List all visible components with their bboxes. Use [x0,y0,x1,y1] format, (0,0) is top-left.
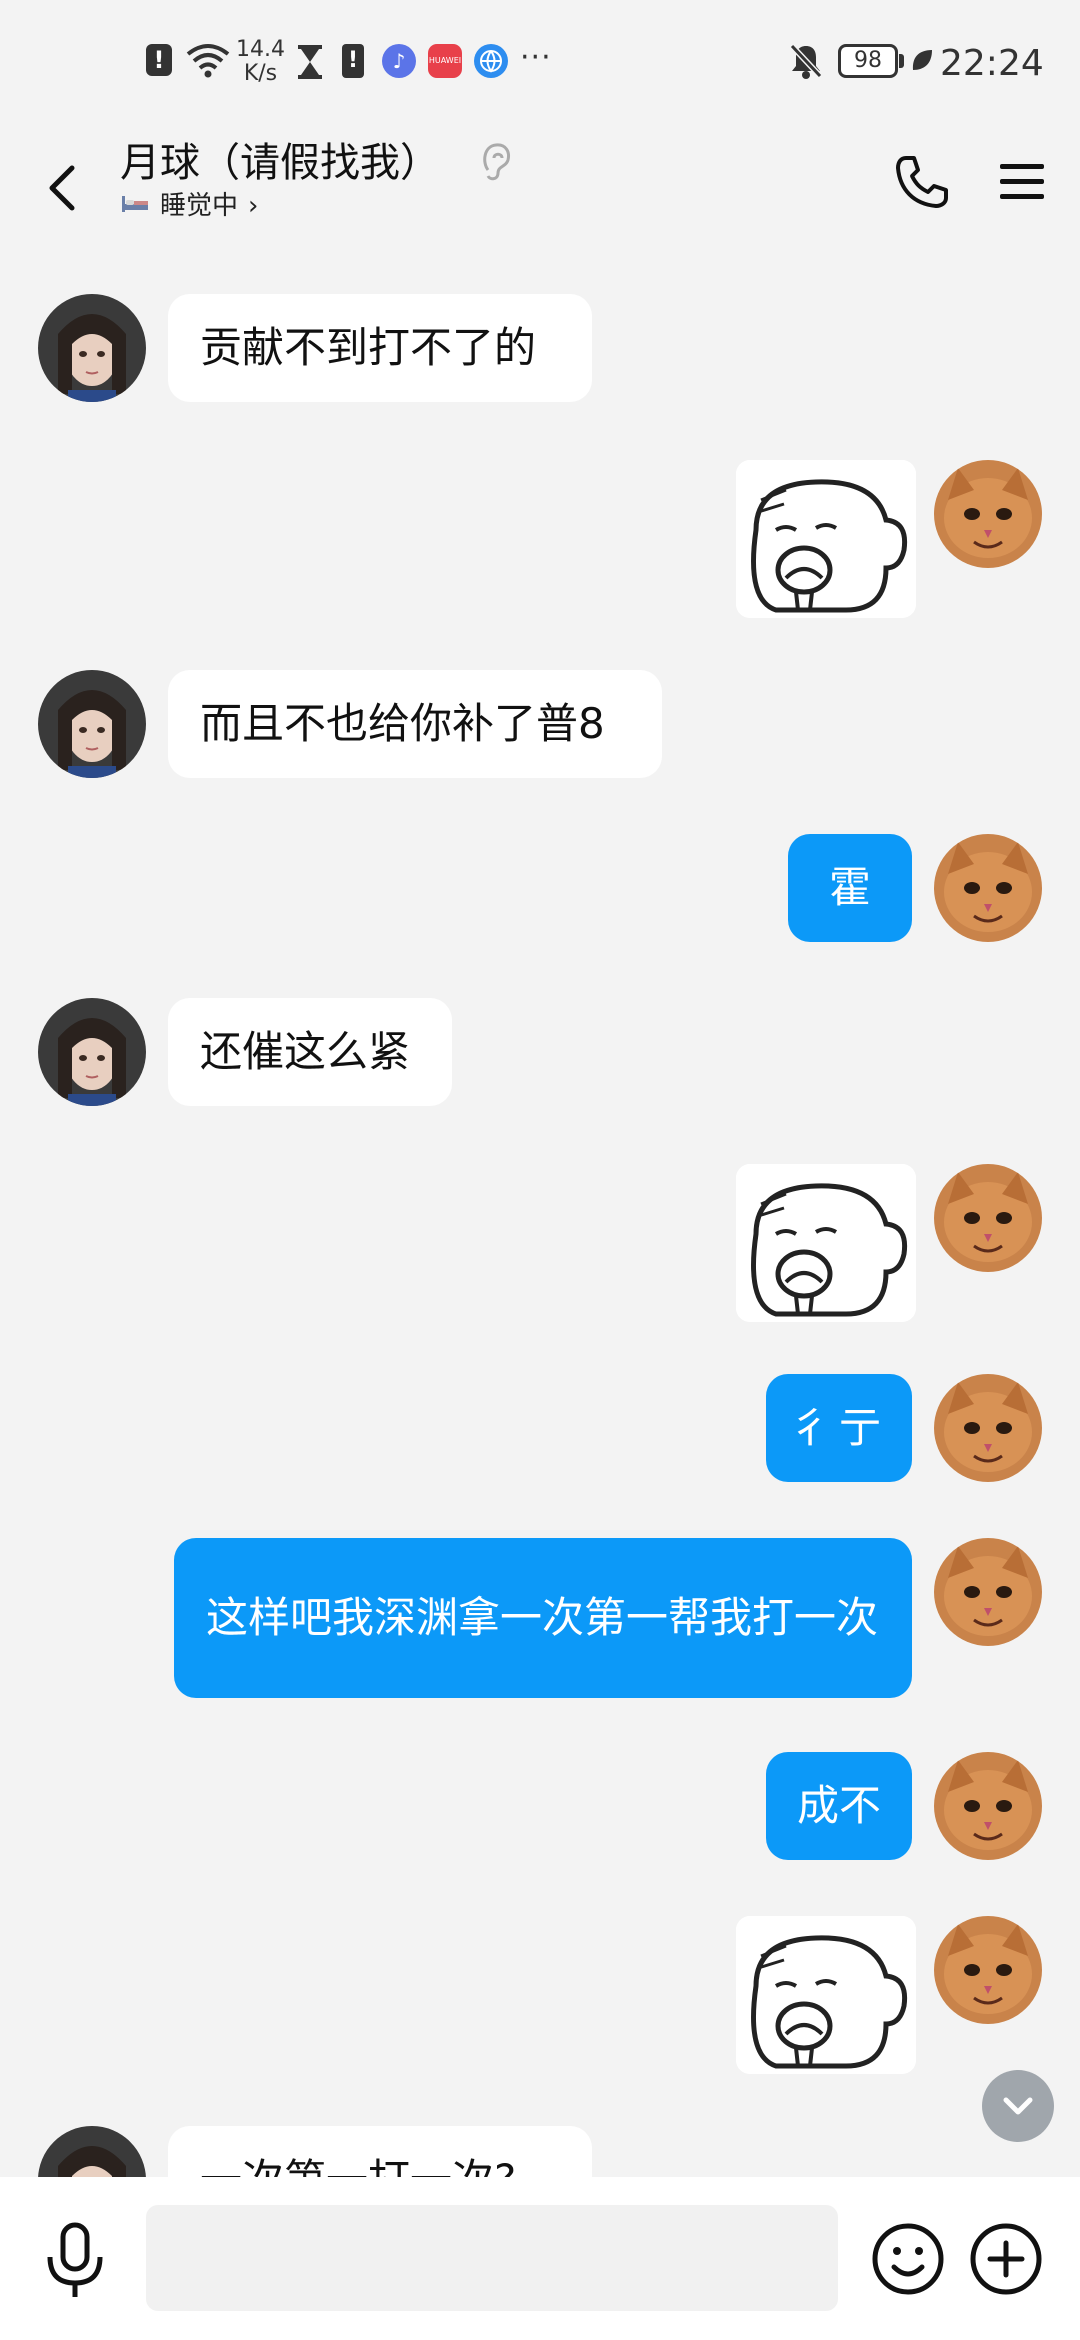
contact-avatar[interactable] [38,2126,146,2177]
music-app-icon: ♪ [382,44,416,78]
status-chevron-icon: › [248,191,259,221]
more-notifications-icon: ··· [520,40,552,75]
contact-avatar[interactable] [38,998,146,1106]
clock-time: 22:24 [940,43,1044,84]
contact-avatar[interactable] [38,670,146,778]
hamburger-icon [1000,164,1044,199]
mute-bell-icon [788,42,824,84]
plus-circle-icon [970,2223,1042,2295]
bear-eating-sticker[interactable] [736,460,916,618]
outgoing-message-bubble[interactable]: 霍 [788,834,912,942]
ear-icon[interactable] [478,140,514,188]
phone-icon [896,156,948,208]
power-saving-leaf-icon [910,48,934,81]
message-list[interactable]: 贡献不到打不了的 而且不也给你补了普8 霍 还催这么紧 彳亍 这样吧我深渊拿一次… [0,242,1080,2177]
hourglass-icon [296,44,324,84]
incoming-message-bubble[interactable]: 还催这么紧 [168,998,452,1106]
voice-call-button[interactable] [886,148,956,218]
status-bar: ! 14.4 K/s ! ♪ HUAWEI ··· 98 22:24 [0,0,1080,132]
notification-alert-icon: ! [146,44,172,76]
my-avatar[interactable] [934,834,1042,942]
incoming-message-bubble[interactable]: 一次第一打一次? [168,2126,592,2177]
network-speed-unit: K/s [243,61,278,86]
outgoing-message-bubble[interactable]: 彳亍 [766,1374,912,1482]
voice-input-button[interactable] [42,2221,108,2301]
network-speed-value: 14.4 [236,37,285,62]
menu-button[interactable] [994,152,1054,212]
chat-header: 月球（请假找我） 睡觉中 › [0,132,1080,242]
my-avatar[interactable] [934,460,1042,568]
back-arrow-icon [49,165,75,211]
browser-app-icon [474,44,508,78]
emoji-button[interactable] [870,2221,946,2297]
my-avatar[interactable] [934,1752,1042,1860]
outgoing-message-bubble[interactable]: 成不 [766,1752,912,1860]
message-text: 这样吧我深渊拿一次第一帮我打一次 [206,1593,879,1642]
microphone-icon [47,2222,103,2297]
chevron-down-icon [1003,2097,1033,2115]
message-input-bar [0,2177,1080,2340]
status-text: 睡觉中 [160,191,239,221]
my-avatar[interactable] [934,1164,1042,1272]
smiley-icon [872,2223,944,2295]
network-speed: 14.4 K/s [236,38,285,86]
contact-avatar[interactable] [38,294,146,402]
battery-alert-icon: ! [342,44,364,78]
more-actions-button[interactable] [968,2221,1044,2297]
scroll-to-bottom-button[interactable] [982,2070,1054,2142]
incoming-message-bubble[interactable]: 贡献不到打不了的 [168,294,592,402]
bear-eating-sticker[interactable] [736,1916,916,2074]
bed-icon [120,190,150,222]
message-input[interactable] [146,2205,838,2311]
battery-indicator: 98 [838,44,898,78]
back-button[interactable] [40,152,90,222]
my-avatar[interactable] [934,1538,1042,1646]
my-avatar[interactable] [934,1916,1042,2024]
incoming-message-bubble[interactable]: 而且不也给你补了普8 [168,670,662,778]
outgoing-message-bubble[interactable]: 这样吧我深渊拿一次第一帮我打一次 [174,1538,912,1698]
chat-title[interactable]: 月球（请假找我） [120,138,440,188]
online-status[interactable]: 睡觉中 › [120,190,258,222]
battery-tip [899,54,904,68]
my-avatar[interactable] [934,1374,1042,1482]
huawei-app-icon: HUAWEI [428,44,462,78]
bear-eating-sticker[interactable] [736,1164,916,1322]
wifi-icon [186,42,230,82]
